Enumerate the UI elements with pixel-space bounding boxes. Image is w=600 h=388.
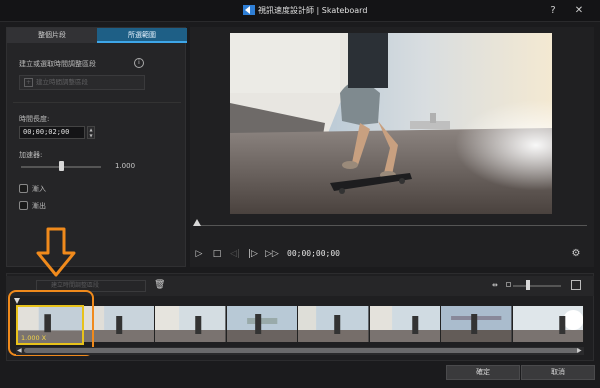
create-segment-label: 建立時間調整區段 bbox=[36, 78, 88, 86]
play-icon[interactable]: ▷ bbox=[193, 248, 205, 260]
timecode-display: 00;00;00;00 bbox=[287, 249, 340, 258]
timeline-scroll-thumb[interactable] bbox=[24, 348, 580, 353]
trash-icon[interactable]: 🗑 bbox=[154, 279, 165, 291]
add-segment-icon: + bbox=[24, 78, 33, 87]
speed-value: 1.000 bbox=[115, 162, 136, 170]
scroll-left-icon[interactable]: ◀ bbox=[17, 347, 22, 354]
settings-panel: 整個片段 所選範圍 建立或選取時間調整區段 i + 建立時間調整區段 時間長度:… bbox=[6, 27, 187, 267]
gear-icon[interactable]: ⚙ bbox=[570, 248, 582, 260]
film-frame bbox=[226, 306, 299, 342]
window-title: 視訊速度設計師 | Skateboard bbox=[258, 6, 368, 15]
section-label: 建立或選取時間調整區段 bbox=[19, 60, 96, 68]
create-segment-button: + 建立時間調整區段 bbox=[19, 75, 145, 90]
tab-selected-range[interactable]: 所選範圍 bbox=[97, 28, 187, 43]
info-icon[interactable]: i bbox=[134, 58, 144, 68]
arrow-down-icon bbox=[36, 227, 76, 277]
close-button[interactable]: ✕ bbox=[572, 4, 586, 18]
zoom-slider-track[interactable] bbox=[513, 285, 561, 287]
film-frame bbox=[84, 306, 156, 342]
ease-in-label: 漸入 bbox=[32, 185, 46, 193]
tab-entire-clip[interactable]: 整個片段 bbox=[7, 28, 97, 43]
ease-out-checkbox[interactable] bbox=[19, 201, 28, 210]
duration-input[interactable]: 00;00;02;00 bbox=[19, 126, 85, 139]
timeline-create-segment-label: 建立時間調整區段 bbox=[51, 282, 100, 289]
filmstrip[interactable] bbox=[84, 306, 584, 342]
speed-slider-thumb[interactable] bbox=[59, 161, 64, 171]
film-frame bbox=[441, 306, 513, 342]
zoom-out-icon[interactable] bbox=[506, 282, 511, 287]
zoom-in-icon[interactable] bbox=[571, 280, 581, 290]
prev-frame-icon[interactable]: ◁| bbox=[229, 248, 241, 260]
ease-out-label: 漸出 bbox=[32, 202, 46, 210]
app-logo-icon bbox=[243, 5, 255, 15]
film-frame bbox=[298, 306, 370, 342]
scroll-right-icon[interactable]: ▶ bbox=[577, 347, 582, 354]
scrub-thumb[interactable] bbox=[193, 219, 201, 226]
fit-width-icon[interactable]: ⇹ bbox=[492, 281, 498, 289]
film-frame bbox=[512, 306, 584, 342]
cancel-button[interactable]: 取消 bbox=[521, 365, 595, 380]
stop-icon[interactable]: □ bbox=[211, 248, 223, 260]
ease-in-checkbox[interactable] bbox=[19, 184, 28, 193]
fast-forward-icon[interactable]: ▷▷ bbox=[265, 248, 279, 260]
title-bar: 視訊速度設計師 | Skateboard ? ✕ bbox=[0, 0, 600, 22]
film-frame bbox=[369, 306, 442, 342]
zoom-slider-thumb[interactable] bbox=[526, 280, 530, 290]
scrub-track[interactable] bbox=[195, 225, 587, 226]
next-frame-icon[interactable]: |▷ bbox=[247, 248, 259, 260]
duration-label: 時間長度: bbox=[19, 115, 50, 123]
divider bbox=[13, 102, 181, 103]
help-button[interactable]: ? bbox=[546, 4, 560, 18]
ok-button[interactable]: 確定 bbox=[446, 365, 520, 380]
video-preview bbox=[230, 33, 552, 214]
speed-label: 加速器: bbox=[19, 151, 43, 159]
film-frame bbox=[155, 306, 227, 342]
duration-stepper[interactable]: ▲ ▼ bbox=[87, 126, 95, 139]
